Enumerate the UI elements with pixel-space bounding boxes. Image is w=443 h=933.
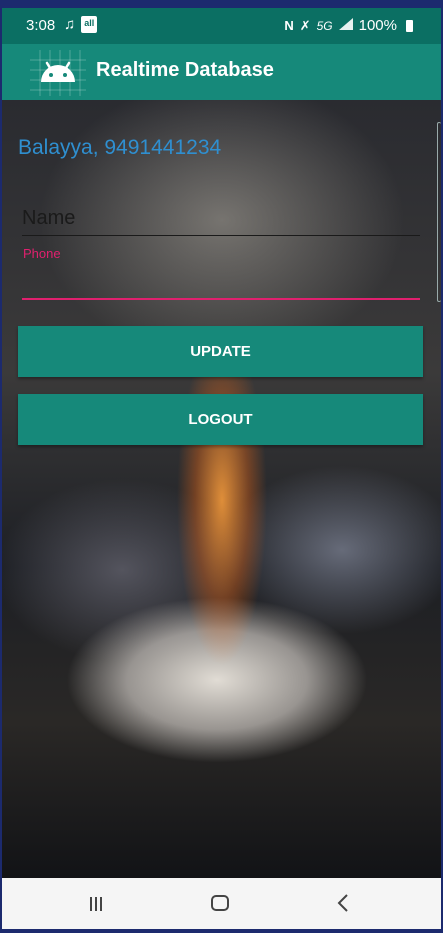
phone-field-label: Phone [23,246,61,261]
main-content: Balayya, 9491441234 Phone UPDATE LOGOUT [2,100,441,878]
scroll-indicator [437,122,441,302]
logout-button[interactable]: LOGOUT [18,394,423,445]
network-label: 5G [316,18,333,33]
nfc-icon: N [284,18,294,33]
music-note-icon: ♫ [64,16,76,33]
recents-icon[interactable] [88,896,104,917]
status-time: 3:08 [26,17,56,34]
update-button[interactable]: UPDATE [18,326,423,377]
back-icon[interactable] [336,892,350,919]
mute-icon: ✗ [299,17,311,33]
signal-icon [338,17,353,34]
status-bar: 3:08 ♫ all N ✗ 5G 100% [2,8,441,44]
home-icon[interactable] [211,895,229,911]
android-logo-icon [30,50,86,96]
phone-frame: 3:08 ♫ all N ✗ 5G 100% Realtime Database… [0,0,443,933]
battery-label: 100% [358,17,397,34]
name-field[interactable] [22,202,420,236]
status-right: N ✗ 5G 100% [284,17,413,34]
user-info-text: Balayya, 9491441234 [18,136,222,159]
app-bar: Realtime Database [2,44,441,100]
app-title: Realtime Database [96,59,274,81]
status-left-icons: ♫ all [64,16,98,33]
phone-field[interactable] [22,268,420,300]
navigation-bar [2,878,441,929]
app-badge-icon: all [81,16,98,33]
battery-icon [406,19,413,32]
